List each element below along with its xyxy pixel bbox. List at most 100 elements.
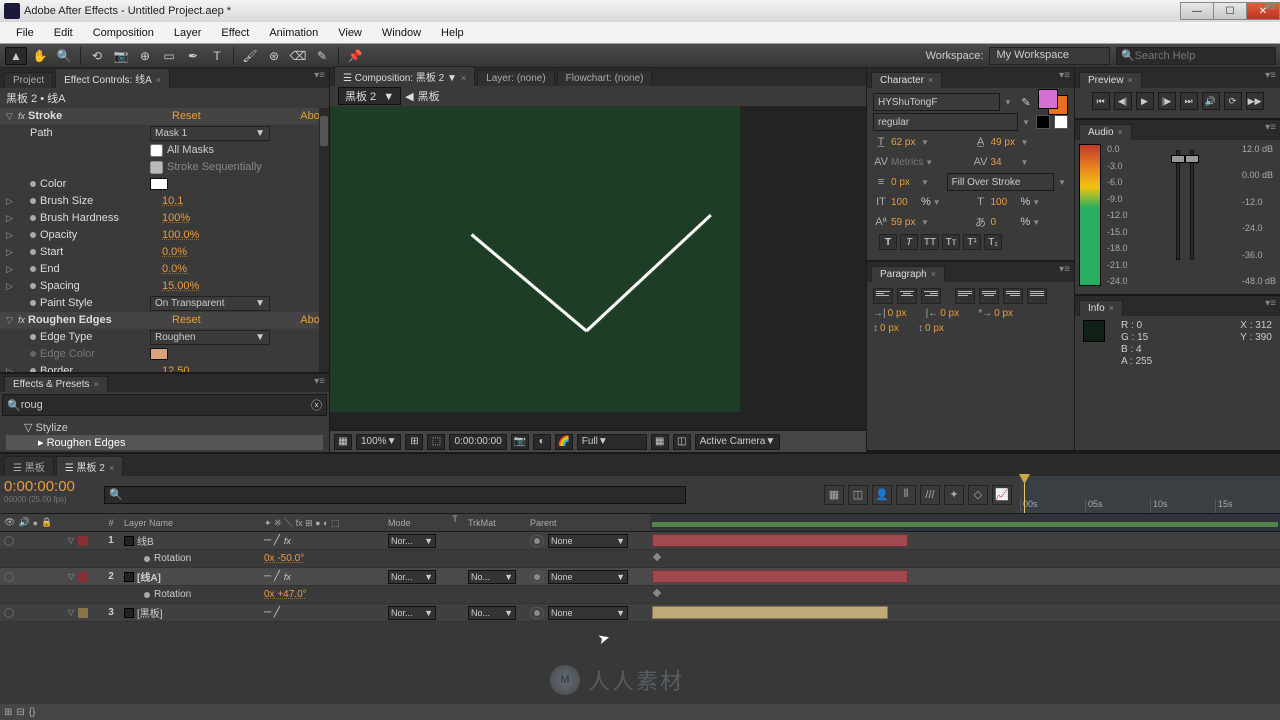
font-style-select[interactable]: regular bbox=[873, 113, 1018, 131]
tab-composition[interactable]: ☰ Composition: 黑板 2 ▼× bbox=[334, 66, 475, 86]
indent-first[interactable]: *→ 0 px bbox=[978, 308, 1022, 319]
menu-effect[interactable]: Effect bbox=[211, 25, 259, 41]
keyframe-icon[interactable] bbox=[653, 589, 661, 597]
roto-tool-icon[interactable]: ✎ bbox=[311, 47, 333, 65]
menu-layer[interactable]: Layer bbox=[164, 25, 212, 41]
current-time-indicator[interactable] bbox=[1024, 476, 1025, 513]
last-frame-icon[interactable]: ⏭ bbox=[1180, 92, 1198, 110]
paint-style-select[interactable]: On Transparent▼ bbox=[150, 296, 270, 311]
rotation-value[interactable]: 0x +47.0° bbox=[264, 589, 307, 600]
trkmat-select[interactable]: No...▼ bbox=[468, 570, 516, 584]
channel-icon[interactable]: ◐ bbox=[533, 434, 551, 450]
shape-tool-icon[interactable]: ▭ bbox=[158, 47, 180, 65]
menu-window[interactable]: Window bbox=[372, 25, 431, 41]
layer-row[interactable]: ▽1线B─ ╱ fxNor...▼None▼ bbox=[0, 532, 1280, 550]
fill-swatch[interactable] bbox=[1036, 115, 1050, 129]
space-before[interactable]: ↕︎ 0 px bbox=[873, 323, 908, 334]
panel-menu-icon[interactable]: ▾≡ bbox=[1265, 122, 1276, 133]
menu-composition[interactable]: Composition bbox=[83, 25, 164, 41]
all-masks-check[interactable] bbox=[150, 144, 163, 157]
leading-value[interactable]: 49 px bbox=[991, 137, 1019, 148]
parent-select[interactable]: None▼ bbox=[548, 606, 628, 620]
indent-left[interactable]: →| 0 px bbox=[873, 308, 916, 319]
visibility-toggle[interactable] bbox=[4, 572, 14, 582]
time-ruler[interactable]: 00s05s10s15s bbox=[1020, 476, 1280, 513]
edge-type-select[interactable]: Roughen▼ bbox=[150, 330, 270, 345]
tab-paragraph[interactable]: Paragraph× bbox=[871, 266, 945, 282]
work-area-bar[interactable] bbox=[652, 522, 1278, 527]
eye-col-icon[interactable]: 👁 bbox=[4, 517, 15, 528]
allcaps-button[interactable]: TT bbox=[921, 234, 939, 250]
resolution-select[interactable]: Full ▼ bbox=[577, 434, 647, 450]
panel-menu-icon[interactable]: ▾≡ bbox=[314, 376, 325, 387]
layer-search[interactable]: 🔍 bbox=[104, 486, 686, 504]
panel-menu-icon[interactable]: ▾≡ bbox=[1265, 70, 1276, 81]
twirl-icon[interactable]: ▽ bbox=[66, 572, 76, 581]
eyedropper-icon[interactable]: ✎ bbox=[1018, 93, 1034, 111]
rotate-tool-icon[interactable]: ⟲ bbox=[86, 47, 108, 65]
opacity-value[interactable]: 100.0% bbox=[162, 229, 199, 241]
menu-animation[interactable]: Animation bbox=[259, 25, 328, 41]
breadcrumb-current[interactable]: 黑板 2 ▼ bbox=[338, 87, 401, 105]
search-help-input[interactable] bbox=[1135, 50, 1271, 62]
draft3d-icon[interactable]: ◫ bbox=[848, 485, 868, 505]
vscale-value[interactable]: 100 bbox=[891, 197, 919, 208]
roi-icon[interactable]: ⬚ bbox=[427, 434, 445, 450]
audio-icon[interactable]: 🔊 bbox=[1202, 92, 1220, 110]
blend-mode-select[interactable]: Nor...▼ bbox=[388, 534, 436, 548]
italic-button[interactable]: T bbox=[900, 234, 918, 250]
effects-search[interactable]: 🔍 ⓧ bbox=[2, 394, 327, 416]
audio-col-icon[interactable]: 🔊 bbox=[18, 517, 29, 528]
breadcrumb-item[interactable]: 黑板 bbox=[418, 88, 440, 104]
stroke-swatch[interactable] bbox=[1054, 115, 1068, 129]
brainstorm-icon[interactable]: ✦ bbox=[944, 485, 964, 505]
blend-mode-select[interactable]: Nor...▼ bbox=[388, 606, 436, 620]
justify-left-icon[interactable] bbox=[955, 288, 975, 304]
baseline-value[interactable]: 59 px bbox=[891, 217, 919, 228]
selection-tool-icon[interactable]: ▲ bbox=[5, 47, 27, 65]
type-tool-icon[interactable]: T bbox=[206, 47, 228, 65]
pickwhip-icon[interactable] bbox=[530, 607, 544, 619]
spacing-value[interactable]: 15.00% bbox=[162, 280, 199, 292]
justify-all-icon[interactable] bbox=[1027, 288, 1047, 304]
superscript-button[interactable]: T¹ bbox=[963, 234, 981, 250]
pan-behind-tool-icon[interactable]: ⊕ bbox=[134, 47, 156, 65]
blend-mode-select[interactable]: Nor...▼ bbox=[388, 570, 436, 584]
menu-view[interactable]: View bbox=[328, 25, 372, 41]
panel-menu-icon[interactable]: ▾≡ bbox=[1265, 298, 1276, 309]
layer-row[interactable]: ▽3[黑板]─ ╱ Nor...▼No...▼None▼ bbox=[0, 604, 1280, 622]
tab-info[interactable]: Info× bbox=[1079, 300, 1123, 316]
start-value[interactable]: 0.0% bbox=[162, 246, 187, 258]
parent-select[interactable]: None▼ bbox=[548, 570, 628, 584]
rotation-value[interactable]: 0x -50.0° bbox=[264, 553, 304, 564]
visibility-toggle[interactable] bbox=[4, 608, 14, 618]
align-right-icon[interactable] bbox=[921, 288, 941, 304]
tab-project[interactable]: Project bbox=[4, 72, 53, 88]
lock-col-icon[interactable]: 🔒 bbox=[41, 517, 52, 528]
brush-size-value[interactable]: 10.1 bbox=[162, 195, 183, 207]
border-value[interactable]: 12.50 bbox=[162, 365, 190, 372]
font-size-value[interactable]: 62 px bbox=[891, 137, 919, 148]
fill-stroke-select[interactable]: Fill Over Stroke bbox=[947, 173, 1054, 191]
workspace-select[interactable]: My Workspace bbox=[989, 47, 1110, 65]
clear-icon[interactable]: ⓧ bbox=[311, 397, 322, 413]
tab-layer[interactable]: Layer: (none) bbox=[477, 70, 554, 86]
toggle-modes-icon[interactable]: ⊟ bbox=[16, 707, 24, 718]
hardness-value[interactable]: 100% bbox=[162, 212, 190, 224]
composition-viewport[interactable] bbox=[330, 106, 866, 430]
mask-toggle-icon[interactable]: ◫ bbox=[673, 434, 691, 450]
keyframe-icon[interactable] bbox=[653, 553, 661, 561]
audio-slider-left[interactable] bbox=[1176, 150, 1180, 260]
layer-duration-bar[interactable] bbox=[652, 570, 908, 583]
tab-preview[interactable]: Preview× bbox=[1079, 72, 1142, 88]
shy-icon[interactable]: 👤 bbox=[872, 485, 892, 505]
ram-preview-icon[interactable]: ▶▶ bbox=[1246, 92, 1264, 110]
tab-effect-controls[interactable]: Effect Controls: 线A× bbox=[55, 68, 170, 88]
comp-mini-icon[interactable]: ▦ bbox=[824, 485, 844, 505]
auto-keyframe-icon[interactable]: ◇ bbox=[968, 485, 988, 505]
graph-editor-icon[interactable]: 📈 bbox=[992, 485, 1012, 505]
justify-center-icon[interactable] bbox=[979, 288, 999, 304]
effect-roughen[interactable]: ▽ fx Roughen Edges Reset About bbox=[0, 312, 329, 329]
timecode-display[interactable]: 0:00:00:00 bbox=[449, 434, 506, 450]
layer-duration-bar[interactable] bbox=[652, 606, 888, 619]
